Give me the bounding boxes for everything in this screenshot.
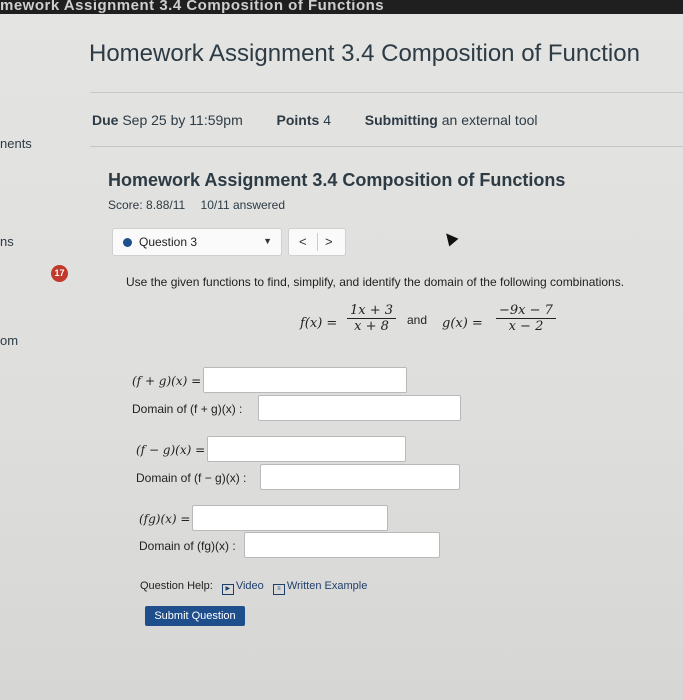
answered-count: 10/11 answered (200, 198, 286, 212)
f-label: f(x) = (300, 316, 338, 331)
difference-domain-input[interactable] (260, 464, 460, 490)
status-dot-icon (123, 238, 132, 247)
sidebar-item-assignments[interactable]: nents (0, 136, 32, 151)
question-nav: < > (288, 228, 346, 256)
and-text: and (407, 313, 428, 327)
assignment-meta: Due Sep 25 by 11:59pm Points 4 Submittin… (92, 112, 538, 128)
points-label: Points (276, 112, 320, 128)
breadcrumb[interactable]: mework Assignment 3.4 Composition of Fun… (0, 0, 384, 14)
g-numerator: −9x − 7 (496, 303, 556, 319)
written-example-label: Written Example (286, 580, 368, 592)
product-input[interactable] (192, 505, 388, 531)
points-value: 4 (323, 112, 331, 128)
product-label: (fg)(x) = (139, 512, 191, 526)
sidebar-item-zoom[interactable]: om (0, 333, 18, 348)
difference-input[interactable] (207, 436, 406, 462)
due-value: Sep 25 by 11:59pm (122, 112, 243, 128)
divider-meta (90, 146, 683, 147)
sum-domain-input[interactable] (258, 395, 461, 421)
sidebar-item-discussions[interactable]: ns (0, 234, 14, 249)
video-icon: ▶ (221, 584, 234, 595)
question-prompt: Use the given functions to find, simplif… (126, 275, 625, 289)
g-fraction: −9x − 7 x − 2 (496, 303, 556, 334)
g-label: g(x) = (442, 316, 483, 331)
question-select[interactable]: Question 3 ▼ (112, 228, 282, 256)
written-example-link[interactable]: ≡ Written Example (272, 580, 368, 595)
page-background (0, 0, 683, 700)
score-line: Score: 8.88/11 10/11 answered (108, 198, 285, 212)
due-label: Due (92, 112, 119, 128)
f-numerator: 1x + 3 (347, 303, 397, 319)
difference-domain-label: Domain of (f − g)(x) : (136, 471, 247, 485)
g-denominator: x − 2 (508, 319, 544, 334)
document-icon: ≡ (272, 584, 285, 595)
f-denominator: x + 8 (354, 319, 389, 334)
product-domain-label: Domain of (fg)(x) : (139, 539, 236, 553)
sum-domain-label: Domain of (f + g)(x) : (132, 402, 243, 416)
submitting-value: an external tool (441, 112, 538, 128)
assignment-title: Homework Assignment 3.4 Composition of F… (108, 170, 566, 190)
sum-input[interactable] (203, 367, 407, 393)
nav-divider (317, 233, 318, 251)
sum-label: (f + g)(x) = (132, 374, 202, 388)
question-number-badge: 17 (51, 265, 68, 282)
difference-label: (f − g)(x) = (136, 443, 206, 457)
help-label: Question Help: (140, 580, 213, 592)
f-fraction: 1x + 3 x + 8 (347, 303, 397, 334)
top-strip: mework Assignment 3.4 Composition of Fun… (0, 0, 683, 14)
score-value: Score: 8.88/11 (108, 198, 186, 212)
submitting-label: Submitting (364, 112, 438, 128)
question-select-label: Question 3 (139, 235, 198, 249)
video-link-label: Video (235, 580, 264, 592)
page-title: Homework Assignment 3.4 Composition of F… (89, 40, 640, 67)
divider-top (90, 92, 683, 93)
video-link[interactable]: ▶ Video (221, 580, 264, 595)
prev-question-button[interactable]: < (299, 234, 307, 249)
question-help: Question Help: ▶ Video ≡ Written Example (140, 580, 367, 595)
caret-down-icon: ▼ (263, 236, 272, 246)
submit-question-button[interactable]: Submit Question (145, 606, 245, 626)
next-question-button[interactable]: > (325, 234, 333, 249)
product-domain-input[interactable] (244, 532, 440, 558)
